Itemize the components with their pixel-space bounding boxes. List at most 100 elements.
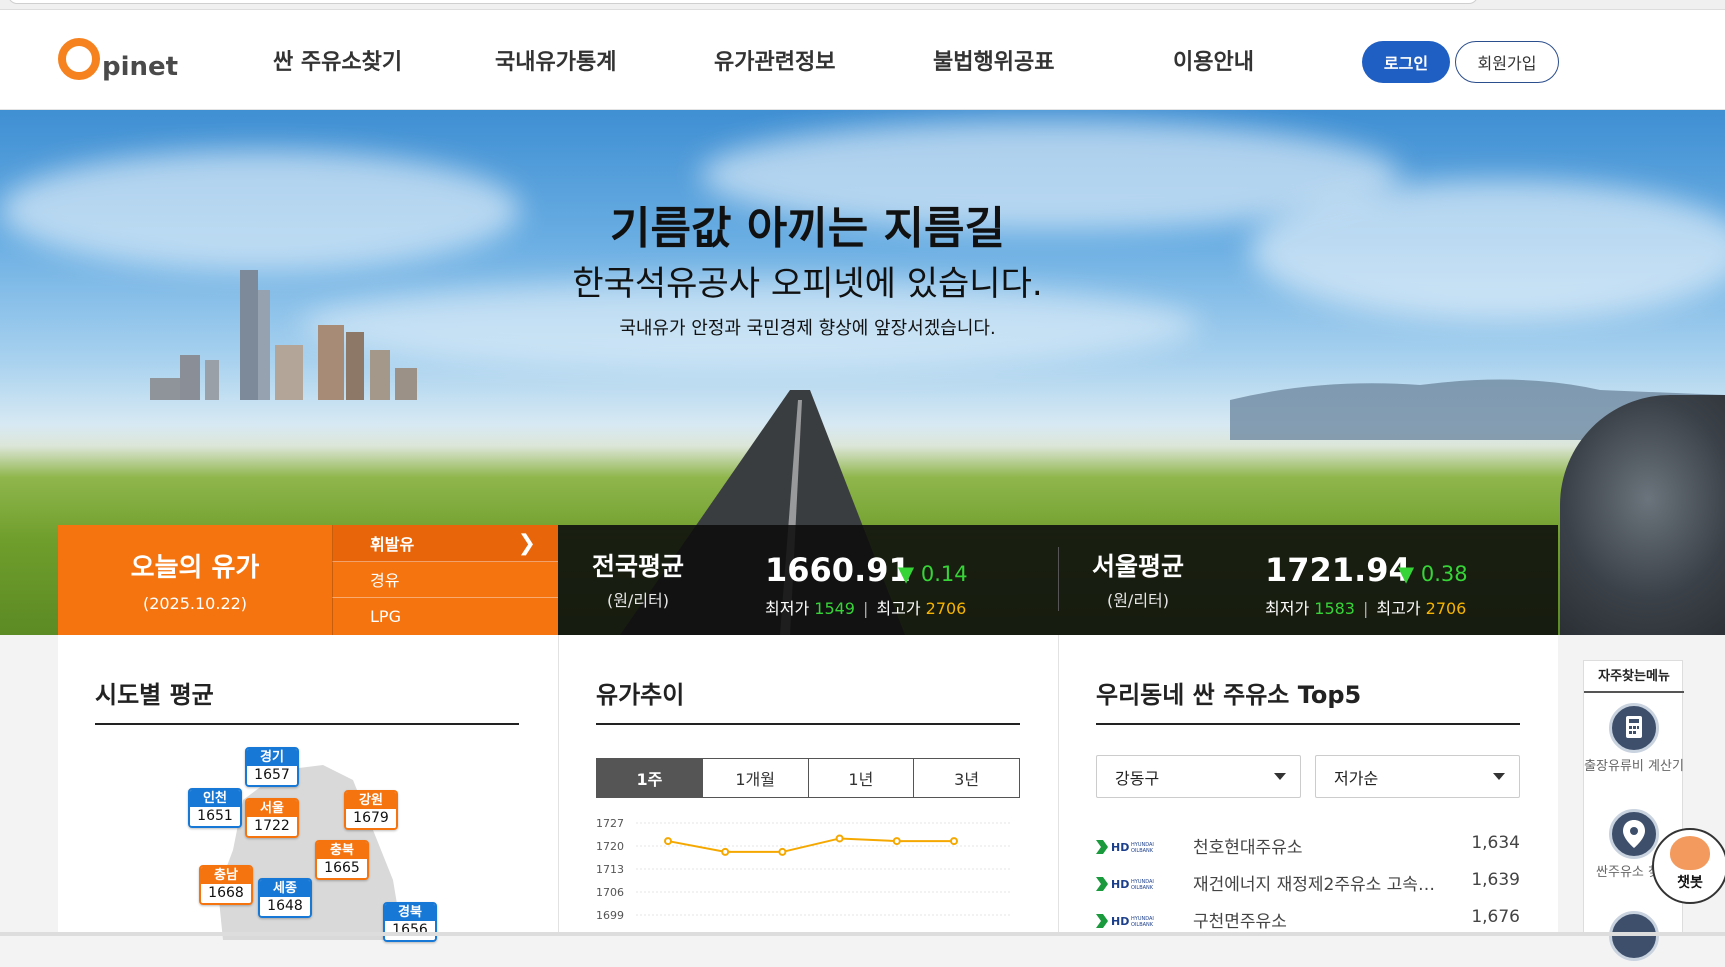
chart-data-point <box>664 837 672 846</box>
chart-y-tick-label: 1720 <box>596 840 624 853</box>
average-change-value: 0.38 <box>1420 562 1468 586</box>
top5-panel-title: 우리동네 싼 주유소 Top5 <box>1096 681 1362 709</box>
site-header: pinet 싼 주유소찾기 국내유가통계 유가관련정보 불법행위공표 이용안내 … <box>0 10 1725 110</box>
fuel-tab-lpg[interactable]: LPG <box>332 598 558 635</box>
chart-data-point <box>778 847 787 856</box>
chevron-right-icon: ❯ <box>517 531 536 556</box>
fuel-tabs: 휘발유 ❯ 경유 LPG <box>332 525 558 635</box>
average-value: 1721.94 <box>1265 551 1411 589</box>
location-pin-icon <box>1609 809 1659 859</box>
down-triangle-icon: ▼ <box>898 562 915 586</box>
chatbot-label: 챗봇 <box>1677 875 1703 891</box>
chart-data-point <box>892 837 901 846</box>
hd-hyundai-oilbank-logo: HD HYUNDAIOILBANK <box>1096 840 1154 854</box>
trend-panel-rule <box>596 723 1020 725</box>
region-tag-seoul[interactable]: 서울 1722 <box>245 798 299 838</box>
fuel-tab-label: 경유 <box>370 571 400 591</box>
chart-y-tick-label: 1727 <box>596 817 624 830</box>
hero-subtitle: 한국석유공사 오피넷에 있습니다. <box>572 264 1043 304</box>
region-tag-gangwon[interactable]: 강원 1679 <box>344 790 398 830</box>
nav-illegal-notice[interactable]: 불법행위공표 <box>933 44 1054 76</box>
average-unit: (원/리터) <box>1106 591 1170 610</box>
nav-cheap-station[interactable]: 싼 주유소찾기 <box>273 44 402 76</box>
region-tag-chungnam[interactable]: 충남 1668 <box>199 865 253 905</box>
station-row[interactable]: HD HYUNDAI OILBANK 구천면주유소 1,676 <box>1096 905 1520 935</box>
tab-1-month[interactable]: 1개월 <box>702 759 809 797</box>
nav-price-info[interactable]: 유가관련정보 <box>714 44 835 76</box>
average-change-value: 0.14 <box>920 562 968 586</box>
trend-line-chart: 1727 1720 1713 1706 1699 <box>596 817 1010 922</box>
average-name: 전국평균 <box>591 552 684 581</box>
district-select[interactable]: 강동구 <box>1096 755 1301 798</box>
svg-text:OILBANK: OILBANK <box>1131 922 1154 928</box>
average-change: ▼ 0.38 <box>1398 562 1468 586</box>
chart-y-tick-label: 1699 <box>596 909 624 922</box>
hd-hyundai-oilbank-logo: HD HYUNDAIOILBANK <box>1096 914 1154 928</box>
svg-text:OILBANK: OILBANK <box>1131 848 1154 854</box>
logo-text: pinet <box>102 52 179 82</box>
trend-period-tabs: 1주 1개월 1년 3년 <box>596 758 1020 798</box>
average-min-max: 최저가 1583 | 최고가 2706 <box>1265 599 1467 618</box>
nav-guide[interactable]: 이용안내 <box>1173 44 1254 76</box>
station-price: 1,639 <box>1471 870 1520 890</box>
top5-panel: 우리동네 싼 주유소 Top5 강동구 저가순 HD HYUNDAI OILBANK… <box>1059 635 1558 936</box>
region-tag-sejong[interactable]: 세종 1648 <box>258 878 312 918</box>
chart-series-line <box>667 837 954 853</box>
national-average: 전국평균 (원/리터) 1660.91 ▼ 0.14 최저가 1549 | 최고가 … <box>558 525 1058 635</box>
station-name: 천호현대주유소 <box>1193 838 1303 858</box>
menu-item-icon <box>1609 911 1659 961</box>
chart-data-point <box>950 837 958 846</box>
region-panel-rule <box>95 723 519 725</box>
station-row[interactable]: HD HYUNDAI OILBANK 천호현대주유소 1,634 <box>1096 831 1520 861</box>
average-change: ▼ 0.14 <box>898 562 968 586</box>
region-tag-gyeonggi[interactable]: 경기 1657 <box>245 747 299 787</box>
fuel-tab-gasoline[interactable]: 휘발유 ❯ <box>332 525 558 562</box>
region-tag-incheon[interactable]: 인천 1651 <box>188 788 242 828</box>
nav-domestic-stats[interactable]: 국내유가통계 <box>495 44 616 76</box>
tab-1-year[interactable]: 1년 <box>808 759 915 797</box>
chatbot-button[interactable]: 챗봇 <box>1652 828 1725 904</box>
svg-text:HD: HD <box>1111 841 1129 854</box>
today-title: 오늘의 유가 <box>130 553 260 583</box>
quick-menu-more-item[interactable] <box>1584 911 1684 967</box>
fuel-tab-label: LPG <box>370 606 401 626</box>
average-value: 1660.91 <box>765 551 911 589</box>
svg-text:HD: HD <box>1111 915 1129 928</box>
district-select-value: 강동구 <box>1115 768 1160 788</box>
quick-travel-fuel-calculator[interactable]: 출장유류비 계산기 <box>1584 703 1684 775</box>
svg-text:OILBANK: OILBANK <box>1131 885 1154 891</box>
trend-panel-title: 유가추이 <box>596 681 685 709</box>
dropdown-arrow-icon <box>1274 773 1286 780</box>
region-tag-chungbuk[interactable]: 충북 1665 <box>315 840 369 880</box>
today-price-box: 오늘의 유가 (2025.10.22) <box>58 525 332 635</box>
browser-top-strip <box>0 0 1725 10</box>
tab-3-year[interactable]: 3년 <box>914 759 1019 797</box>
main-content: 시도별 평균 경기 1657 인천 1651 서울 1722 강원 1679 충북 166… <box>58 635 1558 942</box>
join-button[interactable]: 회원가입 <box>1455 41 1559 83</box>
region-average-panel: 시도별 평균 경기 1657 인천 1651 서울 1722 강원 1679 충북 166… <box>58 635 558 942</box>
hd-hyundai-oilbank-logo: HD HYUNDAIOILBANK <box>1096 877 1154 891</box>
station-name: 재건에너지 재정제2주유소 고속… <box>1193 875 1435 895</box>
down-triangle-icon: ▼ <box>1398 562 1415 586</box>
chart-y-tick-label: 1713 <box>596 863 624 876</box>
average-min-max: 최저가 1549 | 최고가 2706 <box>765 599 967 618</box>
tab-1-week[interactable]: 1주 <box>597 759 703 797</box>
login-button[interactable]: 로그인 <box>1362 41 1450 83</box>
region-panel-title: 시도별 평균 <box>95 681 214 709</box>
chatbot-character-icon <box>1670 836 1710 870</box>
chart-data-point <box>721 847 730 856</box>
station-row[interactable]: HD HYUNDAI OILBANK 재건에너지 재정제2주유소 고속… 1,639 <box>1096 868 1520 898</box>
station-price: 1,676 <box>1471 907 1520 927</box>
today-price-band: 오늘의 유가 (2025.10.22) 휘발유 ❯ 경유 LPG 전국평균 (원/… <box>58 525 1558 635</box>
station-price: 1,634 <box>1471 833 1520 853</box>
opinet-logo[interactable]: pinet <box>58 32 178 88</box>
chart-data-point <box>835 834 844 843</box>
address-bar[interactable] <box>8 0 1478 4</box>
average-price-box: 전국평균 (원/리터) 1660.91 ▼ 0.14 최저가 1549 | 최고가 … <box>558 525 1558 635</box>
region-tag-gyeongbuk[interactable]: 경북 1656 <box>383 902 437 942</box>
top5-panel-rule <box>1096 723 1520 725</box>
page-bottom-edge <box>0 932 1725 936</box>
fuel-tab-diesel[interactable]: 경유 <box>332 561 558 599</box>
sort-select[interactable]: 저가순 <box>1315 755 1520 798</box>
hero-title: 기름값 아끼는 지름길 <box>610 203 1005 254</box>
